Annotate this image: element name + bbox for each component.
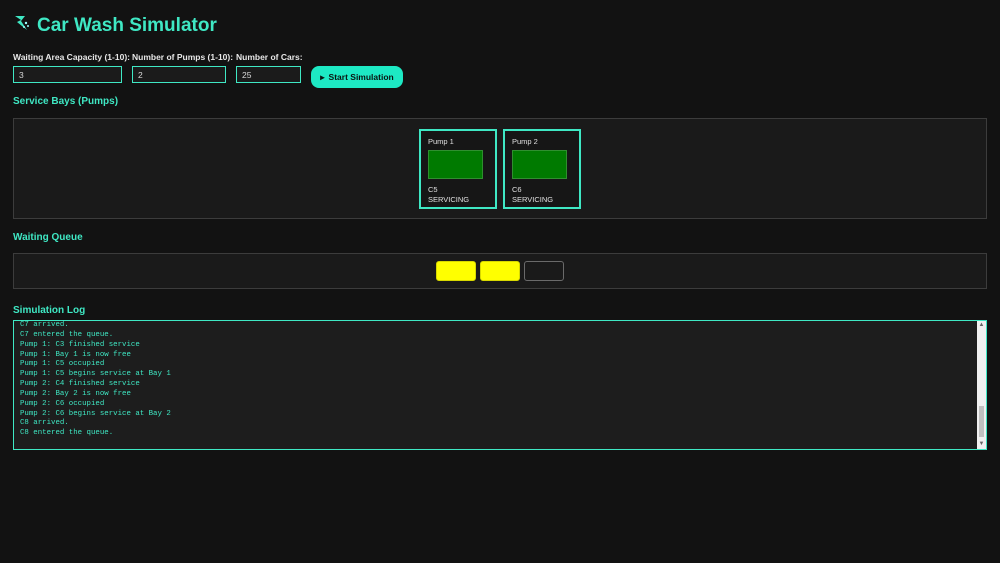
log-line: C8 entered the queue. <box>20 429 114 438</box>
log-scrollbar[interactable]: ▲ ▼ <box>977 321 986 449</box>
queue-slot-occupied <box>480 261 520 281</box>
pumps-field: Number of Pumps (1-10): <box>132 52 234 83</box>
pump-car-id: C6 <box>512 185 522 194</box>
scroll-down-icon[interactable]: ▼ <box>977 440 986 449</box>
waiting-queue-panel <box>13 253 987 289</box>
car-wash-icon <box>13 14 31 38</box>
waiting-capacity-input[interactable] <box>13 66 122 83</box>
log-line: Pump 1: C3 finished service <box>20 340 140 349</box>
waiting-capacity-field: Waiting Area Capacity (1-10): <box>13 52 130 83</box>
log-line: Pump 2: Bay 2 is now free <box>20 389 131 398</box>
scroll-up-icon[interactable]: ▲ <box>977 321 986 330</box>
queue-slot-occupied <box>436 261 476 281</box>
cars-field: Number of Cars: <box>236 52 303 83</box>
log-line: C8 arrived. <box>20 419 69 428</box>
pump-name: Pump 2 <box>512 137 538 146</box>
play-icon: ▸ <box>320 71 325 82</box>
log-line: Pump 2: C4 finished service <box>20 380 140 389</box>
start-simulation-button[interactable]: ▸ Start Simulation <box>311 66 403 88</box>
pumps-label: Number of Pumps (1-10): <box>132 52 234 62</box>
pump-status: SERVICING <box>428 195 470 204</box>
start-simulation-label: Start Simulation <box>328 72 394 82</box>
service-bays-heading: Service Bays (Pumps) <box>13 96 119 107</box>
queue-slot-empty <box>524 261 564 281</box>
log-lines: C7 arrived. C7 entered the queue. Pump 1: … <box>14 321 986 439</box>
pump-card: Pump 2 C6 SERVICING <box>503 129 581 209</box>
log-line: Pump 2: C6 occupied <box>20 399 105 408</box>
waiting-queue-heading: Waiting Queue <box>13 232 83 243</box>
pump-status: SERVICING <box>512 195 554 204</box>
log-line: Pump 1: C5 begins service at Bay 1 <box>20 370 171 379</box>
log-line: Pump 1: C5 occupied <box>20 360 105 369</box>
log-line: Pump 2: C6 begins service at Bay 2 <box>20 409 171 418</box>
service-bays-panel: Pump 1 C5 SERVICING Pump 2 C6 SERVICING <box>13 118 987 219</box>
simulation-log-heading: Simulation Log <box>13 305 86 316</box>
simulation-log[interactable]: C7 arrived. C7 entered the queue. Pump 1: … <box>13 320 987 450</box>
pump-car-id: C5 <box>428 185 438 194</box>
pump-car-indicator <box>512 150 567 179</box>
cars-label: Number of Cars: <box>236 52 303 62</box>
app-header: Car Wash Simulator <box>13 14 217 38</box>
log-line: Pump 1: Bay 1 is now free <box>20 350 131 359</box>
cars-input[interactable] <box>236 66 301 83</box>
waiting-capacity-label: Waiting Area Capacity (1-10): <box>13 52 130 62</box>
pump-name: Pump 1 <box>428 137 454 146</box>
scrollbar-thumb[interactable] <box>979 406 984 437</box>
log-line: C7 arrived. <box>20 321 69 329</box>
pump-card: Pump 1 C5 SERVICING <box>419 129 497 209</box>
pumps-input[interactable] <box>132 66 226 83</box>
pump-car-indicator <box>428 150 483 179</box>
log-line: C7 entered the queue. <box>20 330 114 339</box>
simulation-controls: Waiting Area Capacity (1-10): Number of … <box>13 52 403 88</box>
app-title: Car Wash Simulator <box>37 15 217 36</box>
